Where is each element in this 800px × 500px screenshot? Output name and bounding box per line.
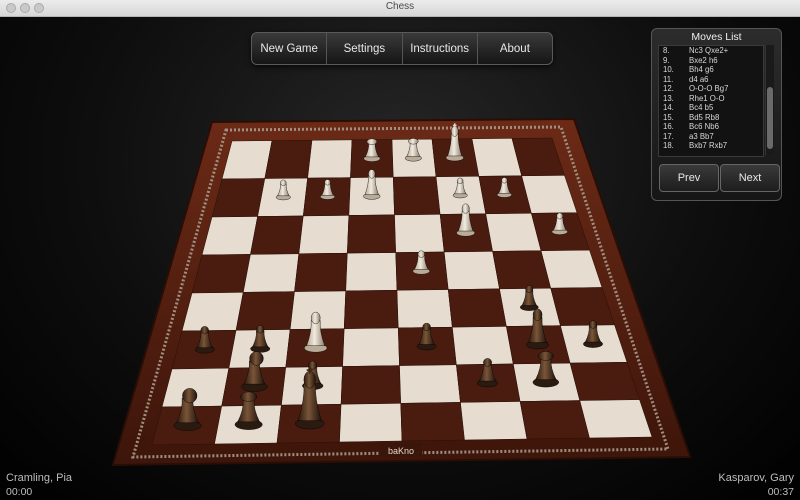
move-text: Bxe2 h6 — [689, 55, 718, 65]
move-row[interactable]: 13. Rhe1 O-O — [659, 94, 763, 104]
board-square[interactable] — [191, 254, 251, 294]
player-name-right: Kasparov, Gary — [718, 472, 794, 484]
move-row[interactable]: 11. d4 a6 — [659, 75, 763, 85]
window-title: Chess — [385, 1, 415, 12]
board-square[interactable] — [250, 215, 304, 255]
move-text: Bd5 Rb8 — [689, 112, 720, 122]
board-square[interactable] — [443, 251, 500, 290]
about-button[interactable]: About — [478, 33, 552, 64]
move-row[interactable]: 10. Bh4 g6 — [659, 65, 763, 75]
board-square[interactable] — [394, 214, 445, 253]
board-square[interactable] — [345, 252, 398, 292]
move-text: Bxb7 Rxb7 — [689, 141, 728, 150]
player-name-left: Cramling, Pia — [6, 472, 73, 484]
move-number: 8. — [663, 46, 670, 55]
board-square[interactable] — [242, 253, 300, 293]
move-row[interactable]: 15. Bd5 Rb8 — [659, 113, 763, 123]
move-row[interactable]: 16. Bc6 Nb6 — [659, 122, 763, 132]
board-square[interactable] — [264, 139, 313, 179]
move-number: 13. — [663, 93, 674, 103]
board-square[interactable] — [161, 367, 230, 408]
move-row[interactable]: 18. Bxb7 Rxb7 — [659, 141, 763, 151]
move-number: 11. — [663, 74, 674, 84]
board-square[interactable] — [400, 402, 465, 442]
board-square[interactable] — [399, 364, 461, 404]
move-row[interactable]: 12. O-O-O Bg7 — [659, 84, 763, 94]
move-row[interactable]: 17. a3 Bb7 — [659, 132, 763, 142]
board-square[interactable] — [339, 403, 403, 443]
move-number: 9. — [663, 55, 670, 65]
main-menu: New Game Settings Instructions About — [251, 32, 553, 65]
board-square[interactable] — [347, 214, 397, 254]
moves-scrollbar[interactable] — [765, 45, 774, 155]
board-square[interactable] — [294, 252, 348, 292]
moves-list[interactable]: 8. Nc3 Qxe2+ 9. Bxe2 h6 10. Bh4 g6 11. d4 a6 12.… — [658, 45, 764, 157]
game-view: baKno New Game Settings Instructions Abo… — [0, 17, 800, 500]
move-text: Nc3 Qxe2+ — [689, 46, 729, 55]
window-titlebar: Chess — [0, 0, 800, 17]
settings-button[interactable]: Settings — [327, 33, 403, 64]
move-number: 10. — [663, 65, 674, 74]
board-square[interactable] — [569, 361, 640, 401]
move-number: 12. — [663, 84, 674, 93]
move-text: Bc4 b5 — [689, 103, 714, 112]
player-clock-right: 00:37 — [767, 486, 794, 498]
board-square[interactable] — [579, 399, 653, 439]
board-square[interactable] — [452, 326, 514, 366]
instructions-button[interactable]: Instructions — [403, 33, 478, 64]
board-square[interactable] — [519, 400, 590, 440]
move-text: O-O-O Bg7 — [689, 84, 729, 93]
move-row[interactable]: 14. Bc4 b5 — [659, 103, 763, 113]
board-square[interactable] — [460, 401, 528, 441]
moves-panel: Moves List 8. Nc3 Qxe2+ 9. Bxe2 h6 10. Bh4 g6… — [651, 28, 782, 201]
move-number: 14. — [663, 103, 674, 112]
move-row[interactable]: 9. Bxe2 h6 — [659, 56, 763, 66]
move-row[interactable]: 8. Nc3 Qxe2+ — [659, 46, 763, 56]
board-square[interactable] — [342, 327, 400, 367]
new-game-button[interactable]: New Game — [252, 33, 328, 64]
board-square[interactable] — [181, 292, 244, 332]
next-move-button[interactable]: Next — [720, 164, 780, 192]
board-square[interactable] — [298, 215, 350, 255]
move-number: 17. — [663, 131, 674, 141]
board-square[interactable] — [235, 291, 295, 331]
move-number: 15. — [663, 112, 674, 122]
player-clock-left: 00:00 — [6, 486, 33, 498]
board-square[interactable] — [340, 365, 402, 405]
move-text: Rhe1 O-O — [689, 93, 725, 103]
move-number: 16. — [663, 122, 674, 131]
move-text: Bh4 g6 — [689, 65, 714, 74]
move-text: a3 Bb7 — [689, 131, 714, 141]
board-square[interactable] — [447, 288, 507, 328]
board-square[interactable] — [492, 250, 552, 290]
move-number: 18. — [663, 141, 674, 150]
board-square[interactable] — [396, 289, 453, 329]
board-square[interactable] — [307, 139, 353, 179]
board-square[interactable] — [343, 289, 399, 329]
board-square[interactable] — [392, 176, 441, 216]
move-text: d4 a6 — [689, 74, 709, 84]
move-text: Bc6 Nb6 — [689, 122, 719, 131]
brand-logo: baKno — [388, 446, 414, 456]
moves-scroll-thumb[interactable] — [767, 87, 773, 149]
moves-panel-title: Moves List — [691, 31, 742, 43]
prev-move-button[interactable]: Prev — [659, 164, 719, 192]
